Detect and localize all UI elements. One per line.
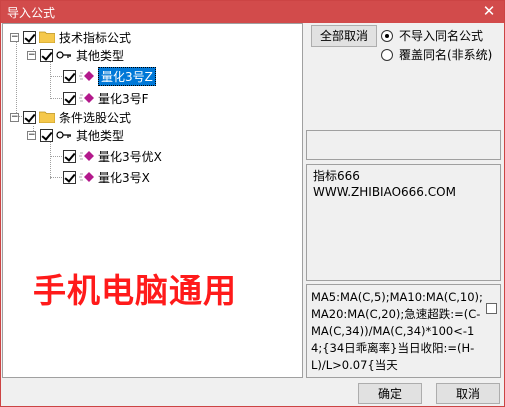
collapse-icon[interactable]: − <box>27 50 36 60</box>
radio-label: 覆盖同名(非系统) <box>399 48 493 62</box>
ok-button[interactable]: 确定 <box>358 383 422 404</box>
folder-icon <box>39 31 55 43</box>
formula-icon <box>79 71 94 81</box>
window-title: 导入公式 <box>7 6 56 20</box>
radio-button[interactable] <box>381 48 393 61</box>
info-line-2: WWW.ZHIBIAO666.COM <box>313 185 456 199</box>
checkbox[interactable] <box>40 48 53 62</box>
wrap-checkbox[interactable] <box>486 303 497 314</box>
info-panel: 指标666 WWW.ZHIBIAO666.COM <box>306 164 501 281</box>
tree-node-label: 条件选股公式 <box>59 110 132 125</box>
checkbox[interactable] <box>23 110 36 124</box>
tree-item-lianghua-3f[interactable]: 量化3号F <box>63 89 149 107</box>
title-bar[interactable]: 导入公式 ✕ <box>1 1 504 23</box>
checkbox[interactable] <box>63 69 76 83</box>
checkbox[interactable] <box>40 128 53 142</box>
folder-icon <box>39 111 55 123</box>
radio-button[interactable] <box>381 29 393 42</box>
cancel-button[interactable]: 取消 <box>436 383 500 404</box>
tree-item-label: 量化3号Z <box>98 66 156 86</box>
collapse-icon[interactable]: − <box>10 32 19 42</box>
collapse-icon[interactable]: − <box>10 112 19 122</box>
formula-icon <box>79 93 94 103</box>
formula-icon <box>79 172 94 182</box>
deselect-all-button[interactable]: 全部取消 <box>311 25 377 47</box>
formula-tree[interactable]: − 技术指标公式 − 其他类型 量化3号Z 量化3号F − 条件选股公式 − 其… <box>2 23 303 378</box>
formula-icon <box>79 151 94 161</box>
tree-node-label: 技术指标公式 <box>59 30 132 45</box>
tree-node-label: 其他类型 <box>76 128 125 143</box>
tree-node-stock-screening[interactable]: − 条件选股公式 <box>10 108 131 126</box>
radio-skip-same-name[interactable]: 不导入同名公式 <box>381 27 483 44</box>
tree-item-label: 量化3号优X <box>98 149 162 164</box>
formula-code-panel[interactable]: MA5:MA(C,5);MA10:MA(C,10);MA20:MA(C,20);… <box>306 284 501 378</box>
collapse-icon[interactable]: − <box>27 130 36 140</box>
formula-code-text: MA5:MA(C,5);MA10:MA(C,10);MA20:MA(C,20);… <box>311 290 483 372</box>
import-formula-dialog: 导入公式 ✕ − 技术指标公式 − 其他类型 量化3号Z 量化3号F − 条件选… <box>0 0 505 407</box>
tree-item-lianghua-3-you-x[interactable]: 量化3号优X <box>63 147 162 165</box>
tree-node-tech-indicators[interactable]: − 技术指标公式 <box>10 28 131 46</box>
promo-overlay-text: 手机电脑通用 <box>33 271 237 310</box>
tree-item-label: 量化3号X <box>98 170 150 185</box>
key-icon <box>56 51 71 59</box>
key-icon <box>56 131 71 139</box>
tree-node-other-types-1[interactable]: − 其他类型 <box>27 46 124 64</box>
close-icon[interactable]: ✕ <box>478 1 500 21</box>
tree-node-other-types-2[interactable]: − 其他类型 <box>27 126 124 144</box>
checkbox[interactable] <box>63 149 76 163</box>
checkbox[interactable] <box>23 30 36 44</box>
radio-label: 不导入同名公式 <box>399 29 484 43</box>
info-line-1: 指标666 <box>313 169 360 183</box>
checkbox[interactable] <box>63 170 76 184</box>
tree-item-lianghua-3x[interactable]: 量化3号X <box>63 168 150 186</box>
description-bar <box>306 130 501 160</box>
tree-node-label: 其他类型 <box>76 48 125 63</box>
tree-item-label: 量化3号F <box>98 91 149 106</box>
tree-item-lianghua-3z[interactable]: 量化3号Z <box>63 66 156 86</box>
checkbox[interactable] <box>63 91 76 105</box>
radio-overwrite-same-name[interactable]: 覆盖同名(非系统) <box>381 46 492 63</box>
